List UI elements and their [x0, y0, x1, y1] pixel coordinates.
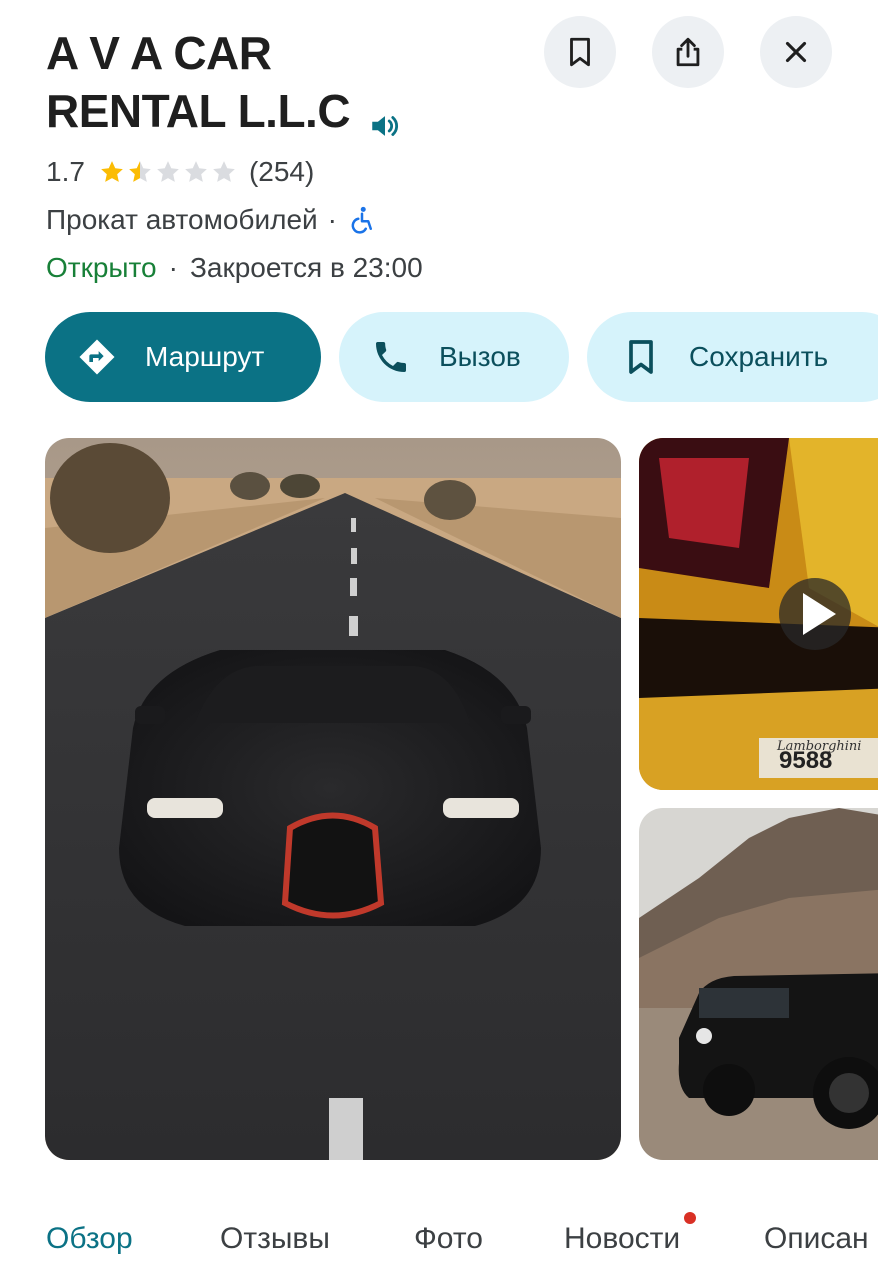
phone-icon [376, 342, 406, 372]
open-status: Открыто [46, 252, 157, 283]
wheelchair-icon [351, 206, 372, 234]
car-on-road-image [45, 438, 621, 1160]
directions-button[interactable]: Маршрут [45, 312, 321, 402]
category-row: Прокат автомобилей · [46, 200, 377, 240]
separator-dot: · [327, 204, 337, 235]
separator-dot: · [168, 252, 178, 283]
star-empty-icon [185, 161, 207, 182]
share-icon [676, 37, 700, 67]
place-title: A V A CAR RENTAL L.L.C [46, 24, 526, 140]
hours-row[interactable]: Открыто · Закроется в 23:00 [46, 248, 423, 288]
tab-photos[interactable]: Фото [414, 1222, 483, 1256]
place-title-line2: RENTAL L.L.C [46, 82, 526, 140]
save-label: Сохранить [689, 341, 829, 372]
star-half-icon [129, 161, 151, 182]
tab-reviews[interactable]: Отзывы [220, 1222, 330, 1256]
bookmark-icon [570, 37, 590, 67]
rating-stars [99, 159, 239, 185]
suv-image [639, 808, 878, 1160]
place-title-line1: A V A CAR [46, 27, 272, 79]
news-notification-badge [684, 1212, 696, 1224]
tab-overview[interactable]: Обзор [46, 1222, 133, 1256]
call-label: Вызов [439, 341, 521, 372]
photo-suv[interactable] [639, 808, 878, 1160]
star-full-icon [101, 161, 123, 182]
close-button[interactable] [760, 16, 832, 88]
brand-lettering: Lamborghini [776, 739, 861, 754]
directions-label: Маршрут [145, 341, 265, 372]
save-button[interactable]: Сохранить [587, 312, 878, 402]
reviews-count: (254) [248, 156, 315, 187]
photo-video[interactable]: 9588 Lamborghini [639, 438, 878, 790]
photo-main[interactable] [45, 438, 621, 1160]
star-empty-icon [213, 161, 235, 182]
share-button[interactable] [652, 16, 724, 88]
bookmark-icon [629, 340, 653, 374]
directions-icon [79, 339, 115, 375]
tab-bar: Обзор Отзывы Фото Новости Описан [0, 1210, 878, 1280]
close-icon [785, 41, 807, 63]
speaker-icon[interactable] [368, 98, 402, 136]
play-icon [803, 593, 836, 635]
play-button[interactable] [779, 578, 851, 650]
closing-time: Закроется в 23:00 [189, 252, 423, 283]
save-top-button[interactable] [544, 16, 616, 88]
place-details-page: A V A CAR RENTAL L.L.C 1.7 (254) Прокат … [0, 0, 878, 1280]
tab-about[interactable]: Описан [764, 1222, 869, 1256]
place-title-line2-text: RENTAL L.L.C [46, 85, 351, 137]
tab-news[interactable]: Новости [564, 1222, 680, 1256]
star-empty-icon [157, 161, 179, 182]
rating-value: 1.7 [46, 156, 85, 187]
category-label: Прокат автомобилей [46, 204, 318, 235]
rating-row[interactable]: 1.7 (254) [46, 152, 314, 192]
call-button[interactable]: Вызов [339, 312, 569, 402]
